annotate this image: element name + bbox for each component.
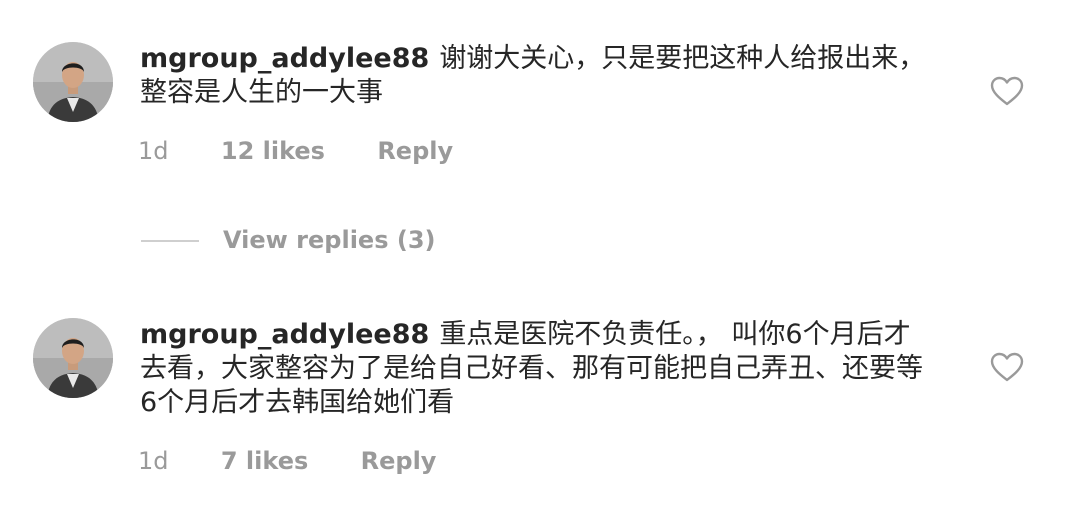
comment-username[interactable]: mgroup_addylee88 [140,43,429,74]
reply-button[interactable]: Reply [361,447,437,475]
comment-likes[interactable]: 7 likes [221,447,308,475]
comment-body: mgroup_addylee88 重点是医院不负责任。， 叫你6个月后才去看，大家… [140,318,930,420]
heart-outline-icon[interactable] [990,352,1024,382]
comment-time: 1d [138,447,169,475]
view-replies-button[interactable]: View replies (3) [223,226,435,254]
divider-line [141,240,199,242]
avatar-photo-icon [33,42,113,122]
comment-username[interactable]: mgroup_addylee88 [140,319,429,350]
heart-outline-icon[interactable] [990,76,1024,106]
comment-body: mgroup_addylee88 谢谢大关心，只是要把这种人给报出来，整容是人生的… [140,42,930,110]
comment-likes[interactable]: 12 likes [221,137,325,165]
comment-meta: 1d 7 likes Reply [138,447,480,475]
comment-time: 1d [138,137,169,165]
comment-meta: 1d 12 likes Reply [138,137,497,165]
reply-button[interactable]: Reply [377,137,453,165]
avatar[interactable] [33,318,113,398]
avatar-photo-icon [33,318,113,398]
avatar[interactable] [33,42,113,122]
